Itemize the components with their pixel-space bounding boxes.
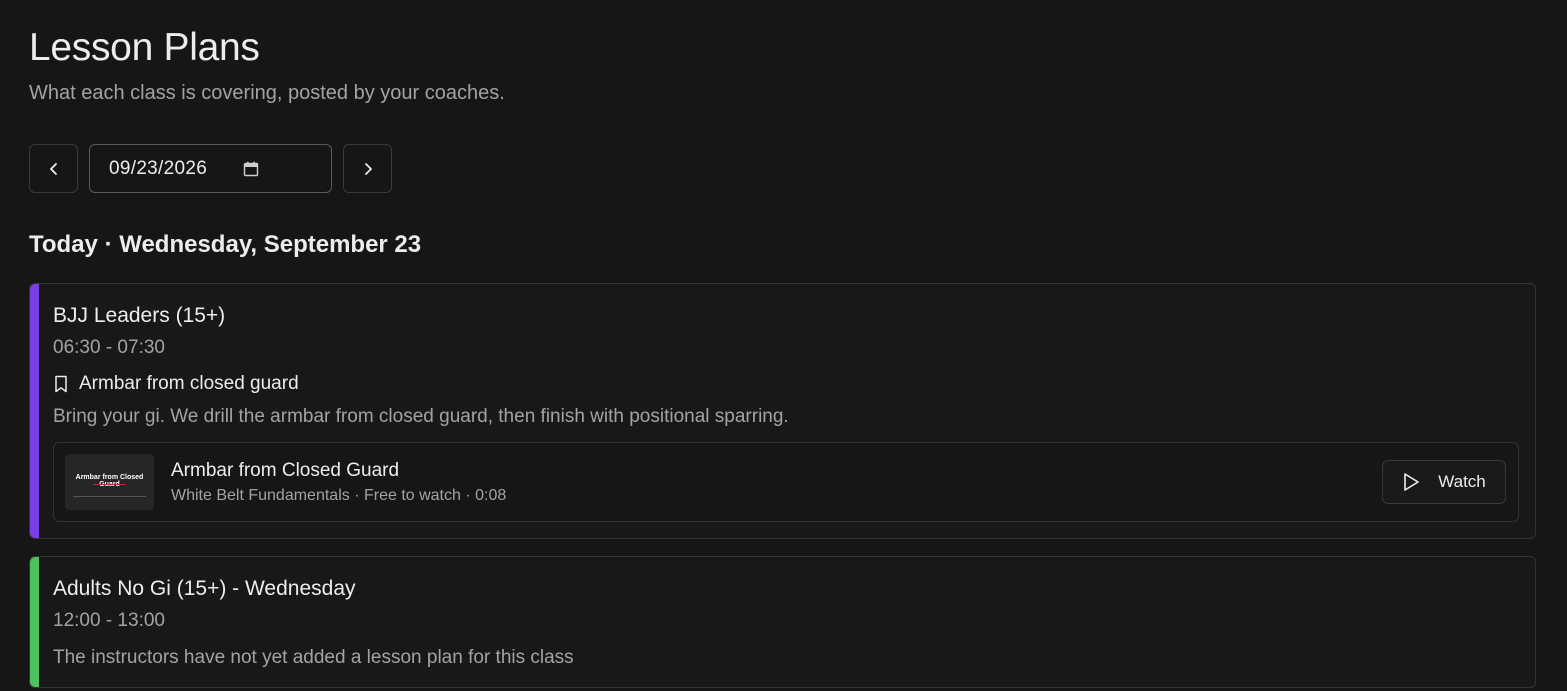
class-card: BJJ Leaders (15+) 06:30 - 07:30 Armbar f… xyxy=(29,283,1536,539)
class-card: Adults No Gi (15+) - Wednesday 12:00 - 1… xyxy=(29,556,1536,688)
previous-day-button[interactable] xyxy=(29,144,78,193)
watch-button-label: Watch xyxy=(1438,472,1486,491)
chevron-right-icon xyxy=(364,162,372,175)
play-icon xyxy=(1404,473,1420,491)
video-item[interactable]: Armbar from Closed Guard Armbar from Clo… xyxy=(53,442,1519,522)
chevron-left-icon xyxy=(49,162,57,175)
class-accent-bar xyxy=(30,284,39,538)
lesson-topic-label: Armbar from closed guard xyxy=(79,373,299,394)
video-meta: White Belt Fundamentals · Free to watch … xyxy=(171,487,507,504)
next-day-button[interactable] xyxy=(343,144,392,193)
lesson-topic: Armbar from closed guard xyxy=(53,373,299,395)
date-input[interactable]: 09/23/2026 xyxy=(89,144,332,193)
date-input-value: 09/23/2026 xyxy=(109,157,208,179)
video-thumbnail[interactable]: Armbar from Closed Guard xyxy=(65,454,154,510)
class-accent-bar xyxy=(30,557,39,687)
class-name: Adults No Gi (15+) - Wednesday xyxy=(53,577,356,600)
page-title: Lesson Plans xyxy=(29,26,260,69)
watch-button[interactable]: Watch xyxy=(1382,460,1506,504)
page-subtitle: What each class is covering, posted by y… xyxy=(29,82,505,104)
calendar-icon[interactable] xyxy=(243,161,259,177)
class-time: 12:00 - 13:00 xyxy=(53,610,165,631)
day-heading: Today · Wednesday, September 23 xyxy=(29,231,422,258)
video-title: Armbar from Closed Guard xyxy=(171,460,400,481)
class-name: BJJ Leaders (15+) xyxy=(53,304,226,327)
video-thumbnail-text: Armbar from Closed Guard xyxy=(75,474,144,488)
thumbnail-decoration xyxy=(93,484,126,485)
thumbnail-decoration xyxy=(73,496,146,497)
class-time: 06:30 - 07:30 xyxy=(53,337,165,358)
date-navigator: 09/23/2026 xyxy=(29,144,392,193)
bookmark-icon xyxy=(55,375,67,393)
lesson-description: The instructors have not yet added a les… xyxy=(53,647,574,668)
lesson-description: Bring your gi. We drill the armbar from … xyxy=(53,406,789,427)
